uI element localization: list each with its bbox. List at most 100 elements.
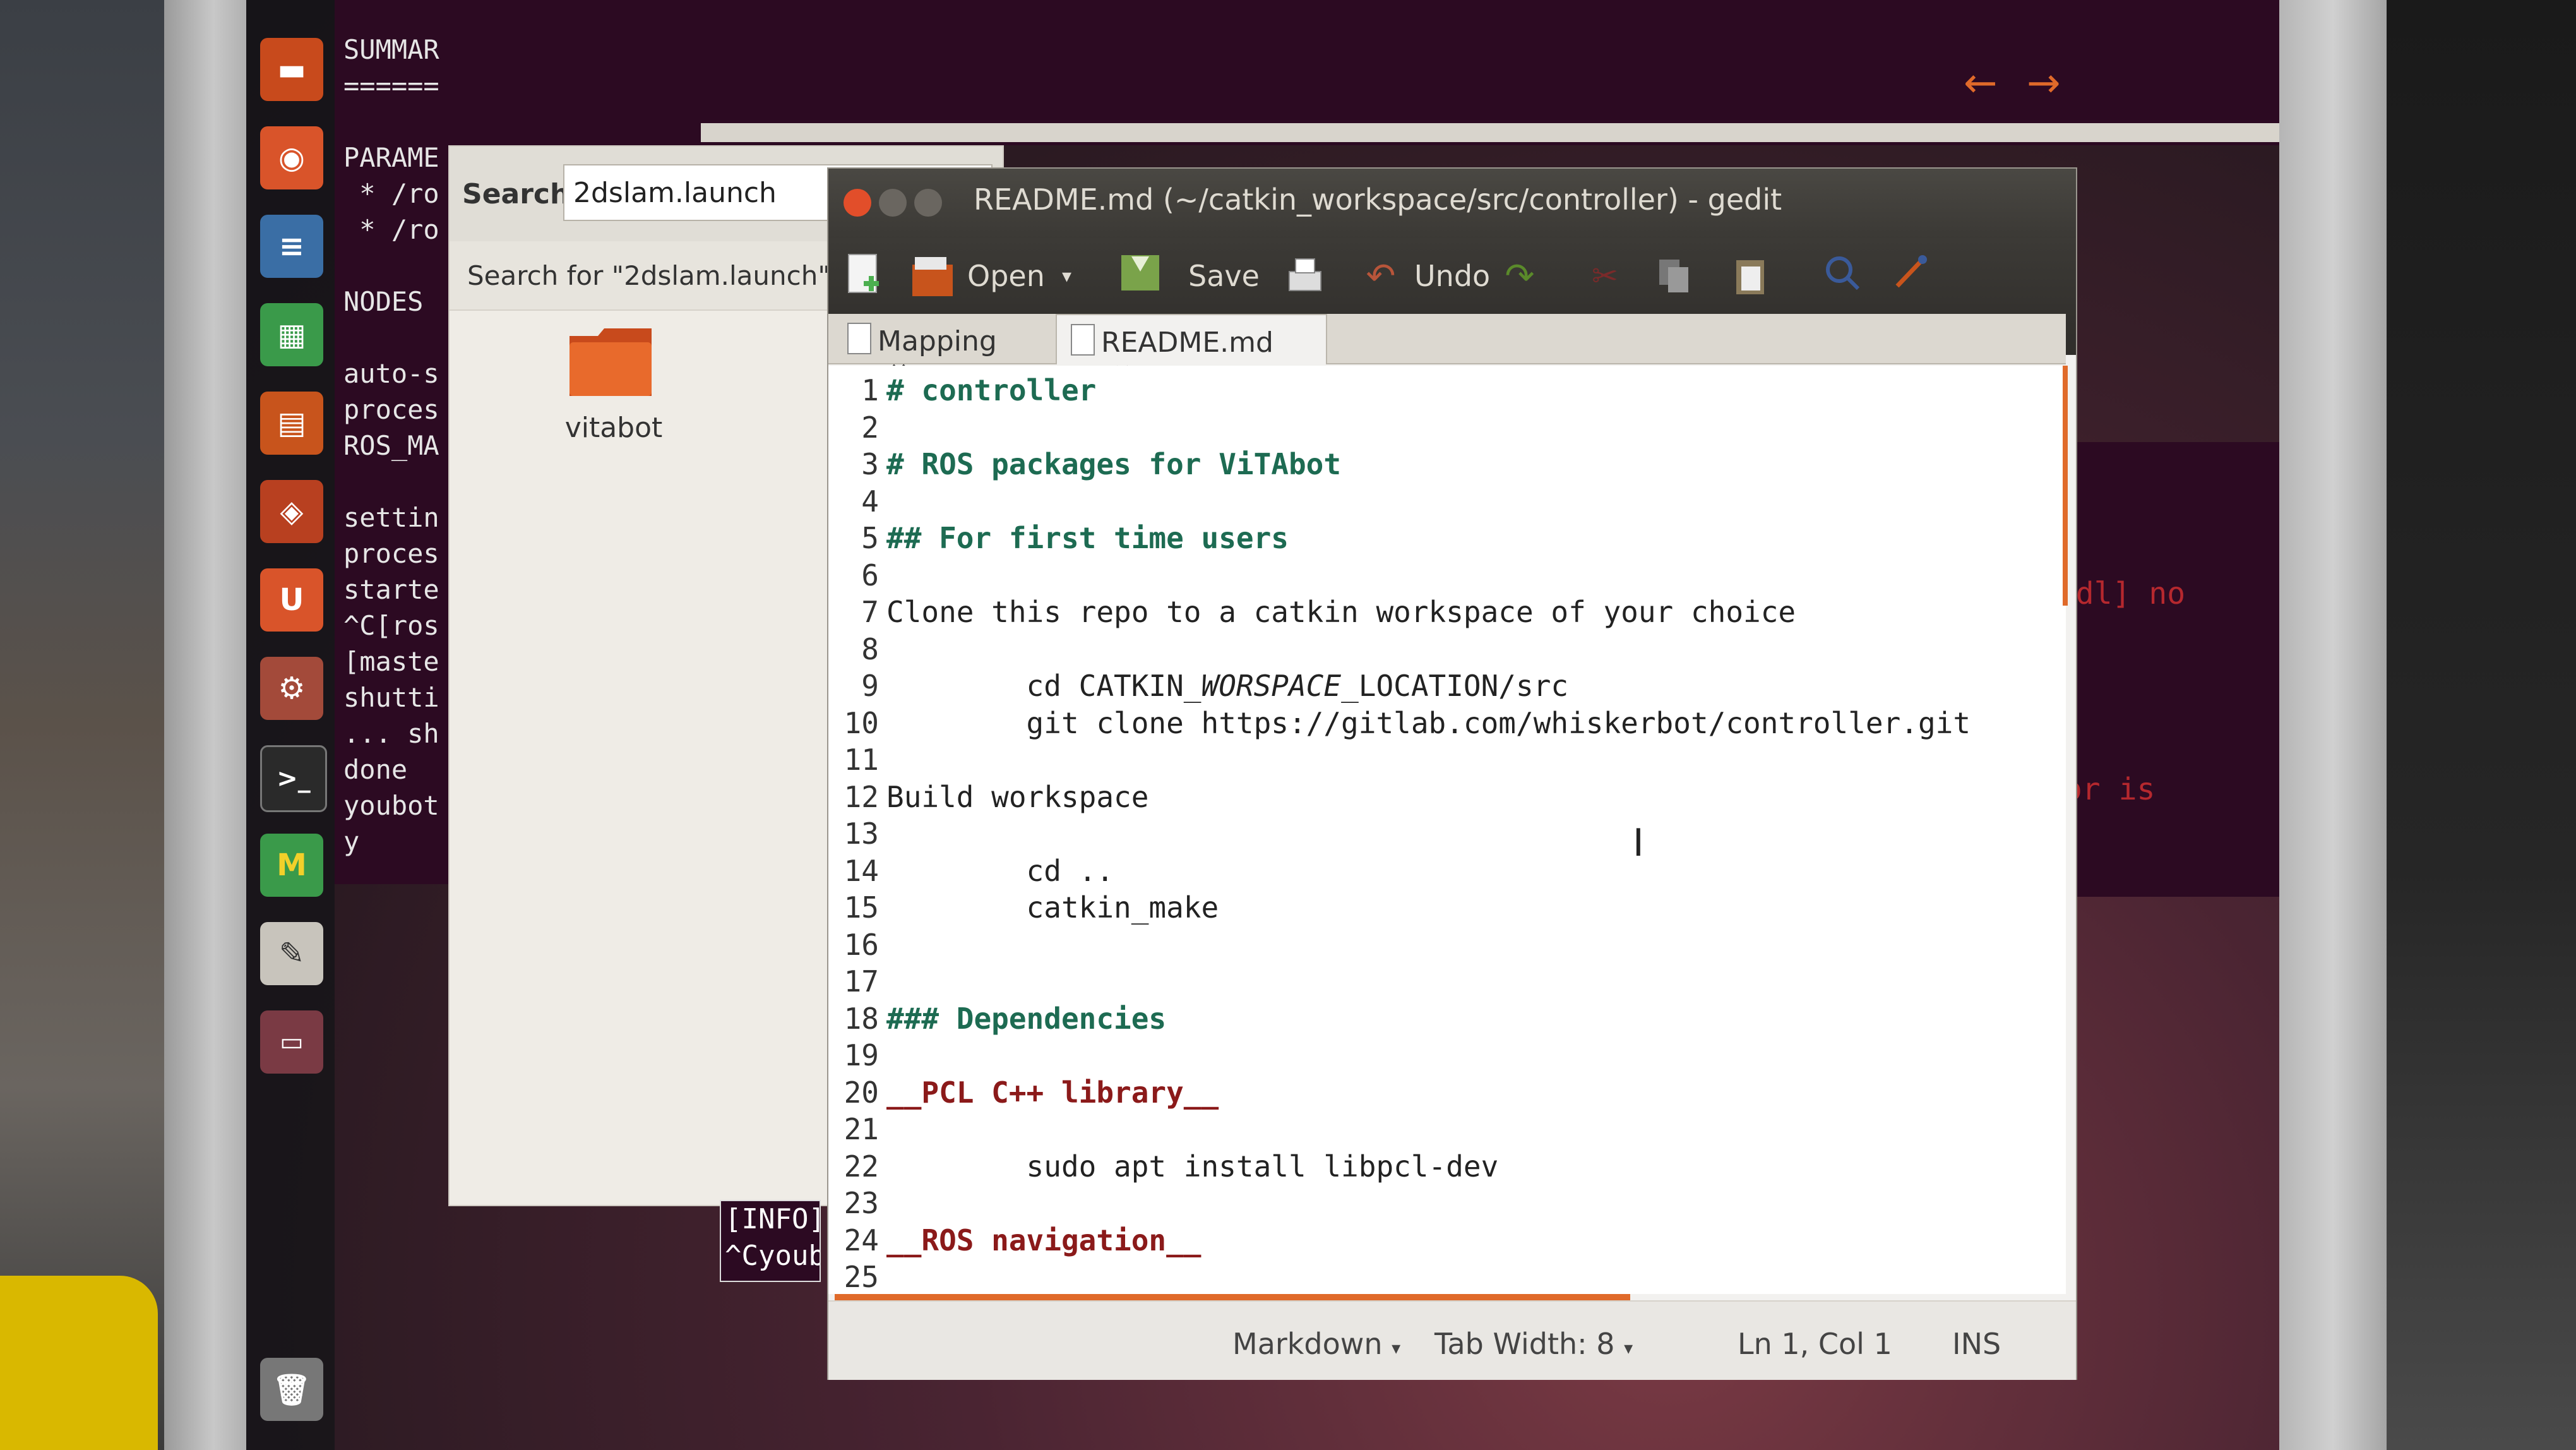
line-number: 23: [844, 1186, 879, 1220]
monitor-bezel-left: [164, 0, 246, 1450]
line-number: 1: [861, 373, 879, 407]
paste-icon[interactable]: [1731, 251, 1769, 301]
line-text: # ROS packages for ViTAbot: [886, 447, 1342, 481]
text-editor-icon[interactable]: ✎: [260, 922, 323, 985]
window-title: README.md (~/catkin_workspace/src/contro…: [974, 183, 1782, 217]
line-text: Build workspace: [886, 779, 1149, 814]
line-number: 11: [844, 743, 879, 777]
cut-icon[interactable]: ✂: [1586, 251, 1624, 301]
language-selector[interactable]: Markdown ▾: [1232, 1327, 1400, 1361]
line-text-segment: WORSPACE: [1201, 669, 1342, 703]
line-text-segment: cd CATKIN_: [886, 669, 1202, 703]
open-dropdown-icon[interactable]: ▾: [1062, 251, 1071, 301]
line-number: 3: [861, 447, 879, 481]
line-number: 19: [844, 1038, 879, 1072]
line-number: 5: [861, 521, 879, 555]
chevron-down-icon: ▾: [1624, 1338, 1633, 1358]
line-number: 13: [844, 817, 879, 851]
line-text: # controller: [886, 373, 1097, 407]
line-text: ### Dependencies: [886, 1001, 1167, 1036]
line-number: 22: [844, 1149, 879, 1183]
save-button[interactable]: Save: [1188, 251, 1260, 301]
line-number: 9: [861, 669, 879, 703]
tab-width-label: Tab Width: 8: [1434, 1327, 1615, 1361]
writer-icon[interactable]: ≡: [260, 215, 323, 278]
cursor-position: Ln 1, Col 1: [1738, 1327, 1892, 1361]
tab-readme[interactable]: README.md ✖: [1056, 314, 1327, 390]
insert-mode: INS: [1952, 1327, 2001, 1361]
gedit-window: README.md (~/catkin_workspace/src/contro…: [827, 167, 2077, 1380]
language-label: Markdown: [1232, 1327, 1383, 1361]
vertical-scrollbar[interactable]: [2063, 366, 2068, 606]
undo-icon[interactable]: ↶: [1359, 251, 1403, 301]
line-number: 20: [844, 1075, 879, 1110]
folder-icon[interactable]: [566, 323, 655, 399]
workspace-switcher-icon[interactable]: ▭: [260, 1010, 323, 1074]
trash-icon[interactable]: 🗑: [260, 1358, 323, 1421]
tab-mapping[interactable]: Mapping ✖: [833, 314, 1048, 389]
tab-width-selector[interactable]: Tab Width: 8 ▾: [1434, 1327, 1633, 1361]
monitor-bezel-right: [2279, 0, 2387, 1450]
desktop-screen: ← → SUMMAR ====== PARAME * /ro * /ro NODES a…: [246, 0, 2279, 1450]
system-settings-icon[interactable]: ⚙: [260, 657, 323, 720]
terminal-icon[interactable]: >_: [260, 745, 327, 812]
text-editor[interactable]: 1 # controller 2 3 # ROS packages for ViTAbo…: [828, 366, 2066, 1294]
line-text: sudo apt install libpcl-dev: [886, 1149, 1499, 1183]
background-window-bar: [499, 123, 2279, 142]
redo-icon[interactable]: ↷: [1498, 251, 1542, 301]
undo-button[interactable]: Undo: [1414, 251, 1490, 301]
folder-label[interactable]: vitabot: [551, 412, 677, 444]
line-number: 6: [861, 558, 879, 592]
open-button[interactable]: Open: [967, 251, 1045, 301]
background-scene-right: [2387, 0, 2576, 1450]
search-icon[interactable]: [1820, 247, 1864, 297]
mendeley-icon[interactable]: M: [260, 834, 323, 897]
background-window: ← →: [499, 0, 2279, 145]
save-icon[interactable]: [1119, 247, 1163, 297]
firefox-icon[interactable]: ◉: [260, 126, 323, 189]
software-center-icon[interactable]: ◈: [260, 480, 323, 543]
new-document-icon: [848, 254, 879, 293]
replace-icon[interactable]: [1889, 247, 1933, 297]
terminal-line: ======: [343, 70, 439, 101]
line-text: git clone https://gitlab.com/whiskerbot/…: [886, 705, 1971, 740]
open-icon[interactable]: [907, 251, 958, 301]
print-icon[interactable]: [1283, 251, 1327, 301]
line-text: cd ..: [886, 853, 1114, 888]
close-window-button[interactable]: [844, 189, 871, 217]
tab-bar: Mapping ✖ README.md ✖: [828, 314, 2066, 390]
line-number: 14: [844, 853, 879, 888]
forward-arrow-icon[interactable]: →: [2027, 60, 2061, 107]
title-bar[interactable]: README.md (~/catkin_workspace/src/contro…: [828, 169, 2076, 238]
line-text: __PCL C++ library__: [886, 1075, 1219, 1110]
new-document-button[interactable]: [845, 251, 883, 301]
terminal-line: [INFO]: [725, 1203, 821, 1235]
line-text: __ROS navigation__: [886, 1223, 1202, 1257]
files-icon[interactable]: ▬: [260, 38, 323, 101]
line-number: 21: [844, 1112, 879, 1146]
calc-icon[interactable]: ▦: [260, 303, 323, 366]
horizontal-scrollbar[interactable]: [835, 1294, 1630, 1300]
ubuntu-one-icon[interactable]: U: [260, 568, 323, 632]
terminal-bottom[interactable]: [INFO] ^Cyoub: [720, 1200, 821, 1282]
terminal-line: ^Cyoub: [725, 1240, 821, 1272]
line-number: 25: [844, 1260, 879, 1294]
minimize-window-button[interactable]: [879, 189, 907, 217]
impress-icon[interactable]: ▤: [260, 392, 323, 455]
tab-mapping-label: Mapping: [878, 325, 997, 357]
line-text: cd CATKIN_WORSPACE_LOCATION/src: [886, 669, 1569, 703]
terminal-line: SUMMAR: [343, 34, 439, 65]
launcher: ▬ ◉ ≡ ▦ ▤ ◈ U ⚙ >_ M ✎ ▭ 🗑: [246, 0, 335, 1450]
line-text: catkin_make: [886, 890, 1219, 925]
line-text-segment: _LOCATION/src: [1341, 669, 1569, 703]
line-text: ## For first time users: [886, 521, 1289, 555]
line-number: 10: [844, 705, 879, 740]
back-arrow-icon[interactable]: ←: [1964, 60, 1998, 107]
line-number: 15: [844, 890, 879, 925]
copy-icon[interactable]: [1655, 251, 1693, 301]
status-bar: Markdown ▾ Tab Width: 8 ▾ Ln 1, Col 1 IN…: [828, 1300, 2076, 1380]
maximize-window-button[interactable]: [914, 189, 942, 217]
chevron-down-icon: ▾: [1392, 1338, 1401, 1358]
line-number: 8: [861, 632, 879, 666]
